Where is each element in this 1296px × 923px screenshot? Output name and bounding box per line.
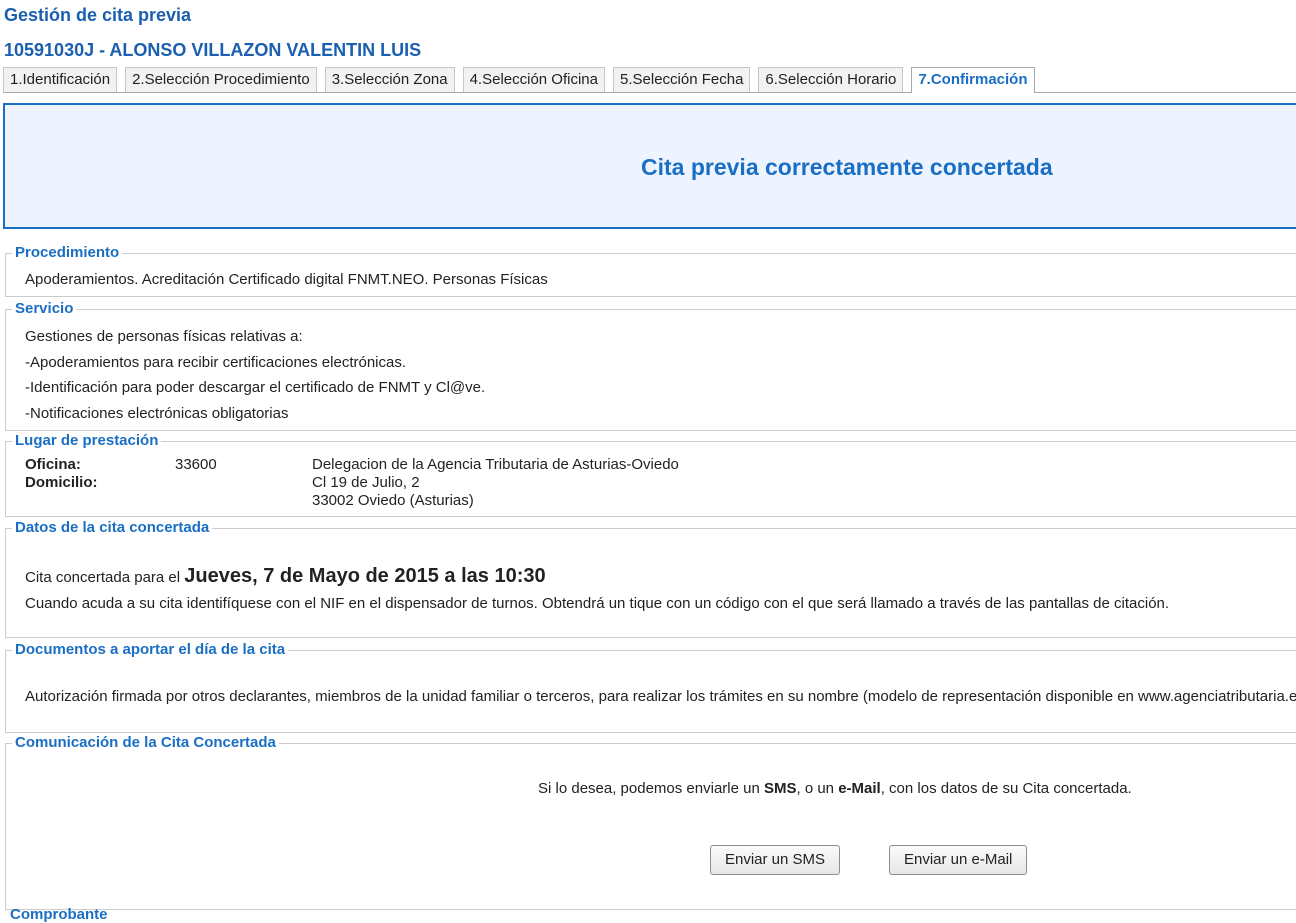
comunicacion-text-pre: Si lo desea, podemos enviarle un xyxy=(538,780,764,797)
oficina-code: 33600 xyxy=(175,456,217,473)
servicio-legend: Servicio xyxy=(12,300,77,318)
cita-fecha-line: Cita concertada para el Jueves, 7 de May… xyxy=(25,564,546,590)
tab-seleccion-zona[interactable]: 3.Selección Zona xyxy=(324,67,455,92)
procedimiento-legend: Procedimiento xyxy=(12,244,123,262)
documentos-section: Documentos a aportar el día de la cita A… xyxy=(5,641,1296,733)
comunicacion-text-mid: , o un xyxy=(796,780,839,797)
comprobante-legend-partial: Comprobante xyxy=(10,906,108,923)
send-sms-button[interactable]: Enviar un SMS xyxy=(710,845,841,875)
servicio-line: -Notificaciones electrónicas obligatoria… xyxy=(25,405,289,422)
documentos-text: Autorización firmada por otros declarant… xyxy=(25,688,1296,705)
domicilio-line1: Cl 19 de Julio, 2 xyxy=(312,474,420,491)
documentos-legend: Documentos a aportar el día de la cita xyxy=(12,641,289,659)
cita-info: Cuando acuda a su cita identifíquese con… xyxy=(25,595,1170,612)
lugar-legend: Lugar de prestación xyxy=(12,432,162,450)
domicilio-line2: 33002 Oviedo (Asturias) xyxy=(312,492,474,509)
sms-word: SMS xyxy=(763,780,797,797)
procedimiento-section: Procedimiento Apoderamientos. Acreditaci… xyxy=(5,244,1296,297)
app-title: Gestión de cita previa xyxy=(4,5,192,25)
comunicacion-text-post: , con los datos de su Cita concertada. xyxy=(880,780,1132,797)
tab-seleccion-horario[interactable]: 6.Selección Horario xyxy=(758,67,904,92)
send-email-button[interactable]: Enviar un e-Mail xyxy=(889,845,1028,875)
datos-legend: Datos de la cita concertada xyxy=(12,519,213,537)
email-word: e-Mail xyxy=(838,780,881,797)
servicio-line: -Apoderamientos para recibir certificaci… xyxy=(25,354,407,371)
servicio-line: -Identificación para poder descargar el … xyxy=(25,379,486,396)
oficina-name: Delegacion de la Agencia Tributaria de A… xyxy=(312,456,679,473)
confirmation-banner: Cita previa correctamente concertada xyxy=(3,103,1296,229)
oficina-label: Oficina: xyxy=(25,456,81,473)
procedimiento-text: Apoderamientos. Acreditación Certificado… xyxy=(25,271,548,288)
cita-prefix: Cita concertada para el xyxy=(25,569,181,586)
tab-seleccion-fecha[interactable]: 5.Selección Fecha xyxy=(613,67,751,92)
comunicacion-legend: Comunicación de la Cita Concertada xyxy=(12,734,279,752)
tab-confirmacion[interactable]: 7.Confirmación xyxy=(911,67,1035,93)
cita-fecha: Jueves, 7 de Mayo de 2015 a las 10:30 xyxy=(184,565,546,587)
step-tabs: 1.Identificación 2.Selección Procedimien… xyxy=(3,66,1296,93)
servicio-line: Gestiones de personas físicas relativas … xyxy=(25,328,303,345)
user-identity: 10591030J - ALONSO VILLAZON VALENTIN LUI… xyxy=(4,40,422,60)
comunicacion-text: Si lo desea, podemos enviarle un SMS, o … xyxy=(538,780,1132,798)
tab-identificacion[interactable]: 1.Identificación xyxy=(3,67,118,92)
confirmation-message: Cita previa correctamente concertada xyxy=(641,154,1053,180)
tab-seleccion-procedimiento[interactable]: 2.Selección Procedimiento xyxy=(125,67,317,92)
tab-seleccion-oficina[interactable]: 4.Selección Oficina xyxy=(462,67,605,92)
domicilio-label: Domicilio: xyxy=(25,474,98,491)
comunicacion-section: Comunicación de la Cita Concertada Si lo… xyxy=(5,734,1296,910)
datos-cita-section: Datos de la cita concertada Cita concert… xyxy=(5,519,1296,638)
servicio-section: Servicio Gestiones de personas físicas r… xyxy=(5,300,1296,431)
lugar-section: Lugar de prestación Oficina: 33600 Deleg… xyxy=(5,432,1296,517)
